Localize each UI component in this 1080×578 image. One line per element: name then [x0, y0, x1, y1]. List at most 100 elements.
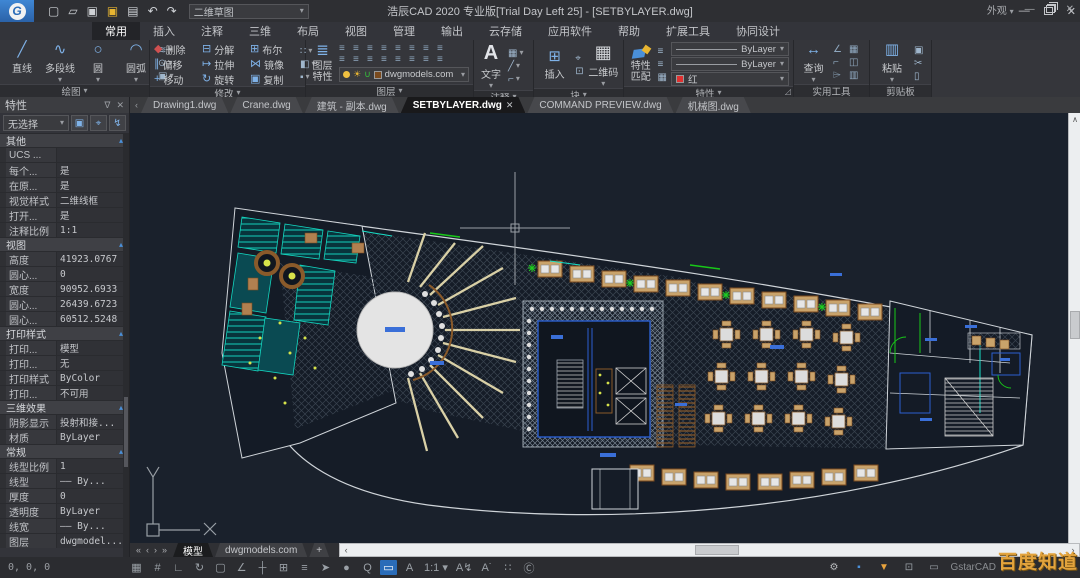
utility-mini-tool[interactable]: ⌐: [833, 57, 849, 70]
layer-properties-button[interactable]: ≣ 图层特性: [310, 43, 335, 83]
match-properties-button[interactable]: 特性匹配: [628, 46, 654, 83]
paste-button[interactable]: ▥ 粘贴 ▾: [874, 42, 910, 84]
move-tool[interactable]: + 移动: [154, 72, 200, 86]
doc-minimize-button[interactable]: —: [1025, 4, 1035, 15]
section-header[interactable]: 视图▴: [0, 237, 129, 251]
property-row[interactable]: 圆心...26439.6723: [0, 296, 129, 311]
annotate-mini-tool[interactable]: ╱▾: [508, 61, 523, 72]
document-tab[interactable]: COMMAND PREVIEW.dwg ✕: [527, 97, 673, 113]
explode-tool[interactable]: ⊟ 分解: [202, 42, 248, 56]
line-tool[interactable]: ╱ 直线 ▾: [4, 42, 40, 84]
layer-state-icon[interactable]: ≡: [437, 55, 451, 66]
appearance-dropdown[interactable]: 外观 ▾: [987, 2, 1014, 17]
section-header[interactable]: 常规▴: [0, 444, 129, 458]
tab-scroll-left-icon[interactable]: ‹: [132, 97, 141, 113]
layer-state-icon[interactable]: ≡: [339, 55, 353, 66]
document-tab[interactable]: Crane.dwg ✕: [230, 97, 302, 113]
insert-block-button[interactable]: ⊞ 插入: [538, 49, 571, 82]
mirror-tool[interactable]: ⋈ 镜像: [250, 57, 296, 71]
annotation-icon[interactable]: A: [401, 560, 418, 575]
property-row[interactable]: 打开...是: [0, 207, 129, 222]
measure-button[interactable]: ↔ 查询 ▾: [798, 42, 829, 84]
clipboard-mini-tool[interactable]: ▯: [914, 71, 923, 82]
pick-object-icon[interactable]: ⌖: [90, 115, 107, 131]
panel-label-clipboard[interactable]: 剪贴板: [870, 84, 931, 97]
document-tab[interactable]: 机械图.dwg ✕: [676, 97, 751, 113]
utility-mini-tool[interactable]: ▦: [849, 44, 865, 57]
annotation-visibility-icon[interactable]: A˙: [478, 560, 495, 575]
auto-annotate-icon[interactable]: A↯: [454, 560, 475, 575]
annotate-mini-tool[interactable]: ⌐▾: [508, 74, 523, 85]
property-row[interactable]: 线型—— By...: [0, 473, 129, 488]
block-mini-tool[interactable]: ⌖: [575, 53, 583, 64]
property-row[interactable]: 宽度90952.6933: [0, 281, 129, 296]
open-folder-icon[interactable]: ▱: [68, 4, 77, 18]
property-row[interactable]: 线宽—— By...: [0, 518, 129, 533]
add-layout-button[interactable]: +: [309, 543, 329, 557]
new-file-icon[interactable]: ▢: [48, 4, 59, 18]
section-header[interactable]: 打印样式▴: [0, 326, 129, 340]
grid-icon[interactable]: #: [149, 560, 166, 575]
property-row[interactable]: 在原...是: [0, 177, 129, 192]
window-icon[interactable]: ⊡: [900, 560, 917, 575]
panel-label-utilities[interactable]: 实用工具: [794, 84, 869, 97]
ribbon-tab[interactable]: 三维: [236, 22, 284, 40]
property-row[interactable]: 打印...无: [0, 355, 129, 370]
model-tab[interactable]: 模型: [173, 543, 213, 557]
close-palette-icon[interactable]: ✕: [116, 100, 124, 111]
property-row[interactable]: 厚度0: [0, 488, 129, 503]
polyline-tool[interactable]: ∿ 多段线 ▾: [42, 42, 78, 84]
layer-state-icon[interactable]: ≡: [409, 55, 423, 66]
undo-icon[interactable]: ↶: [148, 4, 158, 18]
props-mini-icon[interactable]: ≡: [658, 59, 667, 70]
property-row[interactable]: 打印样式ByColor: [0, 370, 129, 385]
document-tab[interactable]: Drawing1.dwg ✕: [141, 97, 228, 113]
property-row[interactable]: 线型比例1: [0, 458, 129, 473]
property-row[interactable]: 阴影显示投射和接...: [0, 414, 129, 429]
ribbon-tab[interactable]: 布局: [284, 22, 332, 40]
cycle-icon[interactable]: ●: [338, 560, 355, 575]
offset-tool[interactable]: ∥ 偏移: [154, 57, 200, 71]
clean-screen-icon[interactable]: Ⓒ: [520, 560, 537, 575]
text-tool-button[interactable]: A 文字 ▾: [478, 42, 504, 90]
filter-icon[interactable]: ▼: [875, 560, 892, 575]
scale-value[interactable]: 1:1 ▾: [422, 560, 450, 575]
isodraft-icon[interactable]: ∷: [499, 560, 516, 575]
cursor-icon[interactable]: ➤: [317, 560, 334, 575]
property-row[interactable]: 注释比例1:1: [0, 222, 129, 237]
layer-state-icon[interactable]: ≡: [381, 55, 395, 66]
arc-tool[interactable]: ◠ 圆弧 ▾: [118, 42, 154, 84]
utility-mini-tool[interactable]: ◫: [849, 57, 865, 70]
layout-icon[interactable]: ▭: [925, 560, 942, 575]
ribbon-tab[interactable]: 注释: [188, 22, 236, 40]
property-row[interactable]: 透明度ByLayer: [0, 503, 129, 518]
property-row[interactable]: 材质ByLayer: [0, 429, 129, 444]
property-row[interactable]: 每个...是: [0, 162, 129, 177]
layer-state-icon[interactable]: ≡: [423, 55, 437, 66]
ribbon-tab[interactable]: 输出: [428, 22, 476, 40]
circle-tool[interactable]: ○ 圆 ▾: [80, 42, 116, 84]
property-row[interactable]: UCS ...: [0, 147, 129, 162]
clipboard-mini-tool[interactable]: ▣: [914, 45, 923, 56]
props-mini-icon[interactable]: ▦: [658, 72, 667, 83]
palette-scrollbar[interactable]: [123, 133, 129, 558]
polar-tracking-icon[interactable]: ↻: [191, 560, 208, 575]
rotate-tool[interactable]: ↻ 旋转: [202, 72, 248, 86]
layout-nav[interactable]: « ‹ › »: [130, 543, 173, 557]
ribbon-tab[interactable]: 云存储: [476, 22, 535, 40]
preview-icon[interactable]: ▭: [380, 560, 397, 575]
lineweight-icon[interactable]: ≡: [296, 560, 313, 575]
erase-tool[interactable]: ◆ 删除: [154, 42, 200, 56]
property-row[interactable]: 圆心...60512.5248: [0, 311, 129, 326]
zoom-icon[interactable]: Q: [359, 560, 376, 575]
utility-mini-tool[interactable]: ∠: [833, 44, 849, 57]
toggle-pickadd-icon[interactable]: ↯: [109, 115, 126, 131]
object-snap-icon[interactable]: ▢: [212, 560, 229, 575]
dynamic-ucs-icon[interactable]: ⊞: [275, 560, 292, 575]
utility-mini-tool[interactable]: ▥: [849, 70, 865, 83]
drawing-canvas[interactable]: ∧: [130, 113, 1080, 543]
block-mini-tool[interactable]: ⊡: [575, 66, 583, 77]
annotate-mini-tool[interactable]: ▦▾: [508, 48, 523, 59]
layer-state-icon[interactable]: ≡: [353, 55, 367, 66]
save-icon[interactable]: ▣: [87, 4, 98, 18]
